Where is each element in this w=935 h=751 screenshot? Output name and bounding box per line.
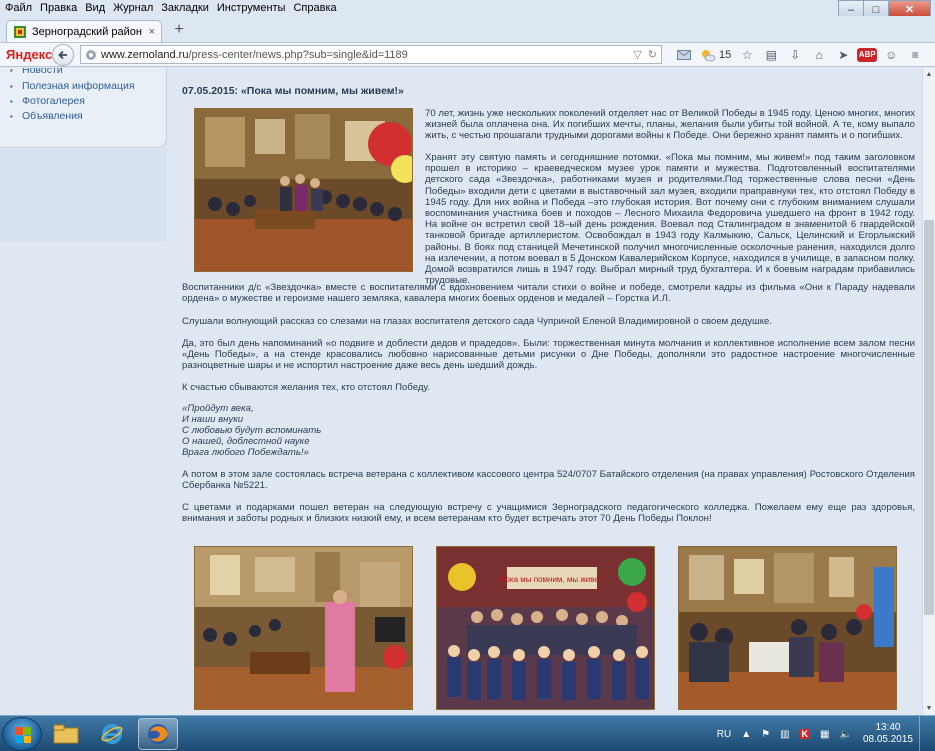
new-tab-button[interactable]: + (170, 21, 188, 39)
url-path: /press-center/news.php?sub=single&id=118… (188, 48, 408, 61)
article-paragraph-2: Хранят эту святую память и сегодняшние п… (425, 152, 915, 287)
tab-close-icon[interactable]: × (149, 26, 155, 38)
chat-icon[interactable]: ☺ (879, 45, 903, 65)
url-host: www.zernoland.ru (101, 48, 189, 61)
antivirus-icon[interactable]: K (799, 729, 811, 739)
clock-date: 08.05.2015 (862, 734, 913, 745)
start-button[interactable] (2, 717, 42, 751)
article-paragraph-1: 70 лет, жизнь уже нескольких поколений о… (425, 108, 915, 142)
reload-icon[interactable]: ↻ (648, 48, 657, 61)
article-paragraph-4: Слушали волнующий рассказ со слезами на … (182, 316, 773, 327)
photo-banner-text: Пока мы помним, мы живем (500, 575, 605, 584)
article-photo-museum[interactable] (194, 108, 413, 272)
address-actions: ▽ ↻ (633, 48, 657, 61)
vertical-scrollbar[interactable]: ▲ ▼ (922, 68, 935, 715)
firefox-icon[interactable] (138, 718, 178, 750)
poem-line: И наши внуки (182, 414, 244, 426)
sidebar: ▪ Новости ▪ Полезная информация ▪ Фотогалер… (0, 68, 167, 242)
url-text: www.zernoland.ru/press-center/news.php?s… (101, 49, 408, 61)
article-photo-meeting[interactable] (678, 546, 897, 710)
clock-time: 13:40 (875, 722, 901, 733)
send-icon[interactable]: ➤ (831, 45, 855, 65)
explorer-icon[interactable] (46, 718, 86, 750)
article-paragraph-8: С цветами и подарками пошел ветеран на с… (182, 502, 915, 525)
tab-bar: Зерноградский район :: Н... × + (0, 16, 935, 42)
article-paragraph-3: Воспитанники д/с «Звездочка» вместе с во… (182, 282, 915, 305)
scroll-down-icon[interactable]: ▼ (924, 703, 934, 714)
menu-bar: Файл Правка Вид Журнал Закладки Инструме… (0, 0, 935, 16)
navigation-bar: Яндекс www.zernoland.ru/press-center/new… (0, 42, 935, 67)
poem-line: «Пройдут века, (182, 403, 254, 414)
weather-temp: 15 (719, 48, 732, 61)
menu-bookmarks[interactable]: Закладки (157, 0, 213, 16)
menu-edit[interactable]: Правка (36, 0, 81, 16)
clock[interactable]: 13:40 08.05.2015 (863, 722, 913, 746)
article-paragraph-7: А потом в этом зале состоялась встреча в… (182, 469, 915, 492)
menu-file[interactable]: Файл (0, 0, 36, 16)
bookmarks-icon[interactable]: ▤ (759, 45, 783, 65)
dropdown-icon[interactable]: ▽ (633, 48, 641, 61)
windows-logo-icon (15, 727, 31, 743)
scroll-up-icon[interactable]: ▲ (924, 69, 934, 80)
site-identity-icon[interactable] (85, 49, 97, 61)
address-bar[interactable]: www.zernoland.ru/press-center/news.php?s… (80, 45, 662, 64)
poem-line: О нашей, доблестной науке (182, 436, 310, 448)
system-tray: RU ▲ ⚑ ▥ K ▦ 🔈 13:40 08.05.2015 (712, 716, 929, 751)
tab-title: Зерноградский район :: Н... (32, 25, 145, 38)
menu-view[interactable]: Вид (81, 0, 109, 16)
article-photo-storytelling[interactable] (194, 546, 413, 710)
poem-line: С любовью будут вспоминать (182, 425, 322, 437)
download-icon[interactable]: ⇩ (783, 45, 807, 65)
show-desktop-button[interactable] (919, 716, 929, 751)
language-indicator[interactable]: RU (717, 729, 731, 740)
back-arrow-icon (58, 50, 67, 59)
article-paragraph-5: Да, это был день напоминаний «о подвиге … (182, 338, 915, 372)
show-hidden-icons-icon[interactable]: ▲ (741, 729, 751, 740)
adblock-icon[interactable]: ABP (855, 45, 879, 65)
page-content: ▪ Новости ▪ Полезная информация ▪ Фотогалер… (0, 68, 922, 715)
home-icon[interactable]: ⌂ (807, 45, 831, 65)
taskbar: RU ▲ ⚑ ▥ K ▦ 🔈 13:40 08.05.2015 (0, 715, 935, 751)
yandex-logo[interactable]: Яндекс (6, 47, 52, 62)
network-icon[interactable]: ▥ (780, 729, 789, 740)
mail-icon[interactable] (672, 45, 696, 65)
bullet-icon: ▪ (10, 111, 13, 121)
sidebar-item-announcements[interactable]: ▪ Объявления (10, 110, 83, 122)
article-photo-group[interactable]: Пока мы помним, мы живем (436, 546, 655, 710)
article-paragraph-6: К счастью сбываются желания тех, кто отс… (182, 382, 430, 393)
flag-icon[interactable]: ⚑ (761, 729, 770, 740)
scroll-thumb[interactable] (924, 220, 934, 615)
menu-help[interactable]: Справка (289, 0, 340, 16)
bullet-icon: ▪ (10, 81, 13, 91)
ie-icon[interactable] (92, 718, 132, 750)
sidebar-item-photogallery[interactable]: ▪ Фотогалерея (10, 95, 85, 107)
sidebar-item-useful-info[interactable]: ▪ Полезная информация (10, 80, 135, 92)
bullet-icon: ▪ (10, 68, 13, 75)
sidebar-item-news[interactable]: ▪ Новости (10, 68, 63, 76)
network-status-icon[interactable]: ▦ (820, 729, 829, 740)
menu-icon[interactable]: ≡ (903, 45, 927, 65)
site-favicon-icon (13, 25, 27, 39)
back-button[interactable] (52, 43, 74, 66)
menu-history[interactable]: Журнал (109, 0, 157, 16)
menu-tools[interactable]: Инструменты (213, 0, 290, 16)
volume-icon[interactable]: 🔈 (839, 729, 851, 740)
bullet-icon: ▪ (10, 96, 13, 106)
weather-widget[interactable]: 15 (700, 48, 731, 62)
article-headline: 07.05.2015: «Пока мы помним, мы живем!» (182, 85, 404, 97)
star-icon[interactable]: ☆ (735, 45, 759, 65)
toolbar-icons: 15 ☆ ▤ ⇩ ⌂ ➤ ABP ☺ ≡ (672, 45, 927, 65)
tab-active[interactable]: Зерноградский район :: Н... × (6, 20, 162, 42)
weather-icon (702, 49, 716, 61)
poem-line: Врага любого Побеждать!» (182, 447, 309, 459)
article-poem: «Пройдут века, И наши внуки С любовью бу… (182, 403, 321, 458)
